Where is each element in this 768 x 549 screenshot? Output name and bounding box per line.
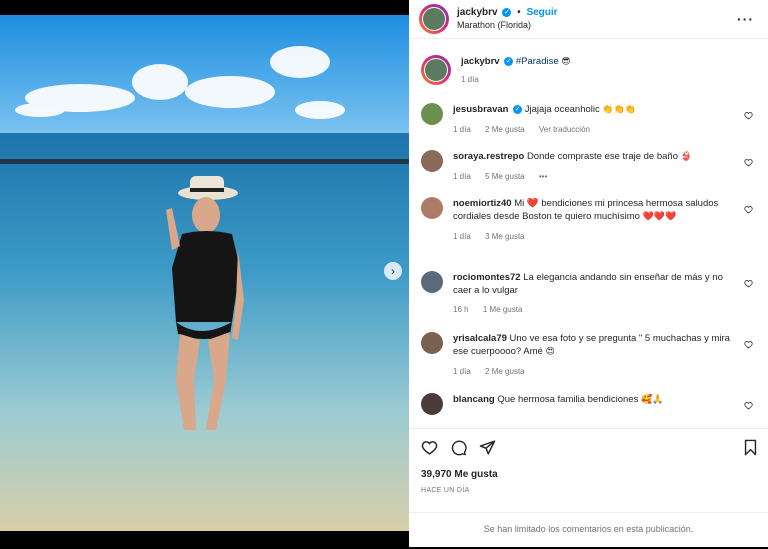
likes-count[interactable]: 39,970 Me gusta (421, 469, 498, 480)
translate-link[interactable]: Ver traducción (539, 125, 590, 134)
comment-item: rociomontes72 La elegancia andando sin e… (421, 271, 761, 316)
bookmark-icon[interactable] (743, 439, 758, 456)
avatar[interactable] (421, 197, 443, 219)
comment-emoji: 🥰🙏 (640, 395, 664, 405)
comment-likes[interactable]: 3 Me gusta (485, 232, 525, 241)
verified-icon: ✓ (502, 7, 512, 17)
comment-item: noemiortiz40 Mi ❤️ bendiciones mi prince… (421, 197, 761, 243)
avatar[interactable] (421, 393, 443, 415)
comment-likes[interactable]: 2 Me gusta (485, 125, 525, 134)
comment-item: soraya.restrepo Donde compraste ese traj… (421, 150, 761, 183)
comment-item: jesusbravan ✓ Jjajaja oceanholic 👏👏👏 1 d… (421, 103, 761, 136)
comment-text: Jjajaja oceanholic (524, 104, 600, 115)
comment-emoji: ❤️❤️❤️ (642, 212, 677, 222)
heart-icon[interactable] (421, 439, 438, 456)
heart-icon[interactable] (744, 279, 753, 288)
avatar[interactable] (421, 271, 443, 293)
verified-icon: ✓ (513, 104, 523, 114)
comment-time: 1 día (453, 232, 471, 241)
comment-username[interactable]: blancang (453, 394, 495, 405)
comment-item: yrisalcala79 Uno ve esa foto y se pregun… (421, 332, 761, 378)
comment-emoji: 😍 (545, 347, 555, 357)
comment-time: 1 día (453, 367, 471, 376)
share-icon[interactable] (479, 439, 496, 456)
comments-list: jesusbravan ✓ Jjajaja oceanholic 👏👏👏 1 d… (409, 45, 768, 428)
author-username[interactable]: jackybrv (457, 7, 498, 18)
comment-emoji: 👏👏👏 (602, 105, 636, 115)
comment-likes[interactable]: 2 Me gusta (485, 367, 525, 376)
comment-text: Que hermosa familia bendiciones (497, 394, 639, 405)
comment-text: Donde compraste ese traje de baño (526, 151, 678, 162)
avatar[interactable] (421, 332, 443, 354)
location-link[interactable]: Marathon (Florida) (457, 19, 558, 32)
action-bar: 39,970 Me gusta HACE UN DÍA Se han limit… (409, 428, 768, 548)
comment-username[interactable]: rociomontes72 (453, 272, 521, 283)
heart-icon[interactable] (744, 401, 753, 410)
post-header: jackybrv ✓ • Seguir Marathon (Florida) ·… (409, 0, 768, 39)
chevron-right-icon[interactable]: › (384, 262, 402, 280)
heart-icon[interactable] (744, 111, 753, 120)
comment-icon[interactable] (450, 439, 467, 456)
comment-username[interactable]: noemiortiz40 (453, 198, 512, 209)
follow-button[interactable]: Seguir (526, 7, 557, 18)
comment-emoji: 👙 (680, 152, 692, 162)
avatar[interactable] (421, 150, 443, 172)
post-panel: jackybrv ✓ • Seguir Marathon (Florida) ·… (409, 0, 768, 547)
more-options-icon[interactable]: ••• (539, 172, 547, 181)
comment-time: 16 h (453, 305, 469, 314)
avatar[interactable] (421, 103, 443, 125)
comment-username[interactable]: jesusbravan (453, 104, 508, 115)
post-photo: › (0, 0, 409, 547)
comment-username[interactable]: soraya.restrepo (453, 151, 524, 162)
avatar[interactable] (419, 4, 449, 34)
post-time: HACE UN DÍA (421, 487, 470, 494)
comment-item: blancang Que hermosa familia bendiciones… (421, 393, 761, 415)
heart-icon[interactable] (744, 340, 753, 349)
heart-icon[interactable] (744, 158, 753, 167)
comment-likes[interactable]: 5 Me gusta (485, 172, 525, 181)
more-icon[interactable]: ··· (737, 11, 754, 27)
comment-likes[interactable]: 1 Me gusta (483, 305, 523, 314)
comment-time: 1 día (453, 125, 471, 134)
comment-time: 1 día (453, 172, 471, 181)
comment-username[interactable]: yrisalcala79 (453, 333, 507, 344)
comments-limited-notice: Se han limitado los comentarios en esta … (409, 512, 768, 549)
heart-icon[interactable] (744, 205, 753, 214)
beach-photo (0, 0, 409, 547)
